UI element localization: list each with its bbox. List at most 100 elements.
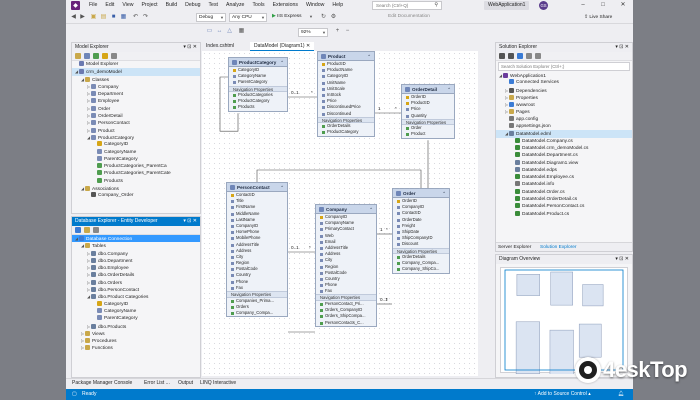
tree-item[interactable]: ◢ Database Connection (72, 235, 200, 243)
open-folder-icon[interactable]: ▤ (100, 14, 107, 21)
tree-item[interactable]: DataModel.Diagram1.view (496, 159, 632, 167)
property[interactable]: Discontinued (318, 111, 374, 117)
tree-item[interactable]: CategoryID (72, 300, 200, 308)
forward-icon[interactable]: ▶ (79, 14, 86, 21)
filter-icon[interactable] (111, 53, 117, 59)
collapse-icon[interactable]: ⌃ (280, 58, 284, 67)
tree-item[interactable]: ◢ crm_demoModel (72, 68, 200, 76)
tree-item[interactable]: ▷ Company (72, 83, 200, 90)
tree-item[interactable]: ▷ PersonContact (72, 119, 200, 126)
pin-icon[interactable]: ▾ ⊡ ✕ (615, 255, 629, 264)
menu-item-file[interactable]: File (85, 0, 101, 11)
tree-item[interactable]: ▷ dbo.OrderDetails (72, 271, 200, 278)
navigation-property[interactable]: Product (402, 131, 454, 137)
menu-item-test[interactable]: Test (204, 0, 222, 11)
navigation-property[interactable]: Company_ShipCo... (393, 266, 449, 272)
tree-item[interactable]: ParentCategory (72, 315, 200, 322)
tree-item[interactable]: ◢ Associations (72, 185, 200, 192)
navigation-property[interactable]: Company_Compa... (227, 310, 287, 316)
tree-item[interactable]: Company_Order (72, 192, 200, 199)
tree-item[interactable]: ▷ wwwroot (496, 101, 632, 108)
tree-item[interactable]: DataModel.Product.cs (496, 210, 632, 218)
collapse-icon[interactable]: ⌃ (369, 205, 373, 214)
close-icon[interactable]: ✕ (613, 0, 633, 11)
tree-item[interactable]: ◢ Classes (72, 76, 200, 83)
layout-icon[interactable]: ▦ (238, 28, 245, 35)
new-class-icon[interactable]: ▭ (206, 28, 213, 35)
tree-item[interactable]: DataModel.OrderDetail.cs (496, 196, 632, 203)
tree-item[interactable]: ▷ Employee (72, 97, 200, 104)
edit-documentation-button[interactable]: Edit Documentation (386, 13, 446, 22)
tree-item[interactable]: appsettings.json (496, 123, 632, 130)
tree-item[interactable]: CategoryName (72, 307, 200, 315)
tree-item[interactable]: DataModel.info (496, 181, 632, 188)
source-control-button[interactable]: ↑ Add to Source Control ▴ (534, 389, 591, 400)
tree-item[interactable]: ParentCategory (72, 155, 200, 163)
class-icon[interactable] (84, 53, 90, 59)
collapse-icon[interactable]: ⌃ (447, 85, 451, 94)
sync-icon[interactable] (517, 53, 523, 59)
diagram-canvas[interactable]: ProductCategory ⌃ CategoryID CategoryName Pa… (202, 51, 478, 376)
menu-item-analyze[interactable]: Analyze (222, 0, 248, 11)
tree-item[interactable]: ◢ Tables (72, 242, 200, 249)
tab-solution-explorer[interactable]: Solution Explorer (540, 243, 577, 251)
minimize-icon[interactable]: – (573, 0, 593, 11)
new-association-icon[interactable]: ↔ (216, 28, 223, 35)
redo-icon[interactable]: ↷ (142, 14, 149, 21)
tree-item[interactable]: Products (72, 177, 200, 185)
navigation-property[interactable]: ProductCategory (318, 129, 374, 135)
save-all-icon[interactable]: ▦ (120, 14, 127, 21)
refresh-icon[interactable] (93, 227, 99, 233)
menu-item-window[interactable]: Window (302, 0, 328, 11)
tree-item[interactable]: ◢ WebApplication1 (496, 72, 632, 79)
tree-item[interactable]: ▷ OrderDetail (72, 112, 200, 119)
folder-icon[interactable] (75, 53, 81, 59)
collapse-icon[interactable]: ⌃ (280, 183, 284, 192)
tree-item[interactable]: ▷ Procedures (72, 337, 200, 344)
property[interactable]: Fax (227, 285, 287, 291)
avatar[interactable]: GS (539, 1, 548, 10)
pin-icon[interactable]: ▾ ⊡ ✕ (183, 217, 197, 226)
solution-search-input[interactable]: Search Solution Explorer (Ctrl+;) (498, 62, 630, 71)
tree-item[interactable]: ▷ dbo.PersonContact (72, 286, 200, 293)
tree-item[interactable]: ▷ Order (72, 105, 200, 112)
new-connection-icon[interactable] (84, 227, 90, 233)
entity-od[interactable]: OrderDetail ⌃ OrderID ProductID Price Quantit… (401, 84, 455, 139)
settings-icon[interactable] (535, 53, 541, 59)
menu-item-project[interactable]: Project (137, 0, 161, 11)
tree-item[interactable]: ▷ Pages (496, 108, 632, 115)
tree-item[interactable]: DataModel.edps (496, 166, 632, 174)
menu-item-tools[interactable]: Tools (248, 0, 268, 11)
live-share-button[interactable]: ⇪ Live Share (584, 13, 612, 22)
menu-item-view[interactable]: View (118, 0, 137, 11)
zoom-in-icon[interactable]: + (334, 28, 341, 35)
tools-icon[interactable]: ⚙ (330, 14, 337, 21)
tree-item[interactable]: ▷ Product (72, 127, 200, 134)
back-icon[interactable]: ◀ (70, 14, 77, 21)
tree-item[interactable]: ▷ Department (72, 90, 200, 97)
platform-combo[interactable]: Any CPU ▼ (229, 13, 267, 22)
menu-item-debug[interactable]: Debug (181, 0, 204, 11)
tree-item[interactable]: ▷ Properties (496, 94, 632, 101)
zoom-out-icon[interactable]: − (344, 28, 351, 35)
collapse-icon[interactable]: ⌃ (442, 189, 446, 198)
navigation-property[interactable]: PersonContacts_C... (316, 320, 376, 326)
menu-item-build[interactable]: Build (162, 0, 182, 11)
tab-server-explorer[interactable]: Server Explorer (498, 243, 531, 251)
tree-item[interactable]: ▷ dbo.Company (72, 250, 200, 257)
back-icon[interactable] (499, 53, 505, 59)
run-button[interactable]: ▶ IIS Express ▼ (270, 13, 314, 22)
entity-company[interactable]: Company ⌃ CompanyID CompanyName PrimaryConta… (315, 204, 377, 327)
config-combo[interactable]: Debug ▼ (196, 13, 226, 22)
tab-package-manager-console[interactable]: Package Manager Console (72, 379, 132, 388)
tab-linq-interactive[interactable]: LINQ Interactive (200, 379, 236, 388)
save-icon[interactable]: ■ (110, 14, 117, 21)
tree-item[interactable]: CategoryName (72, 148, 200, 156)
property[interactable]: Fax (316, 288, 376, 294)
tab-error-list[interactable]: Error List ... (144, 379, 170, 388)
tree-item[interactable]: Model Explorer (72, 61, 200, 68)
tree-item[interactable]: ◢ DataModel.edml (496, 130, 632, 138)
property[interactable]: ParentCategory (229, 79, 287, 85)
collapse-icon[interactable]: ⌃ (367, 52, 371, 61)
home-icon[interactable] (508, 53, 514, 59)
